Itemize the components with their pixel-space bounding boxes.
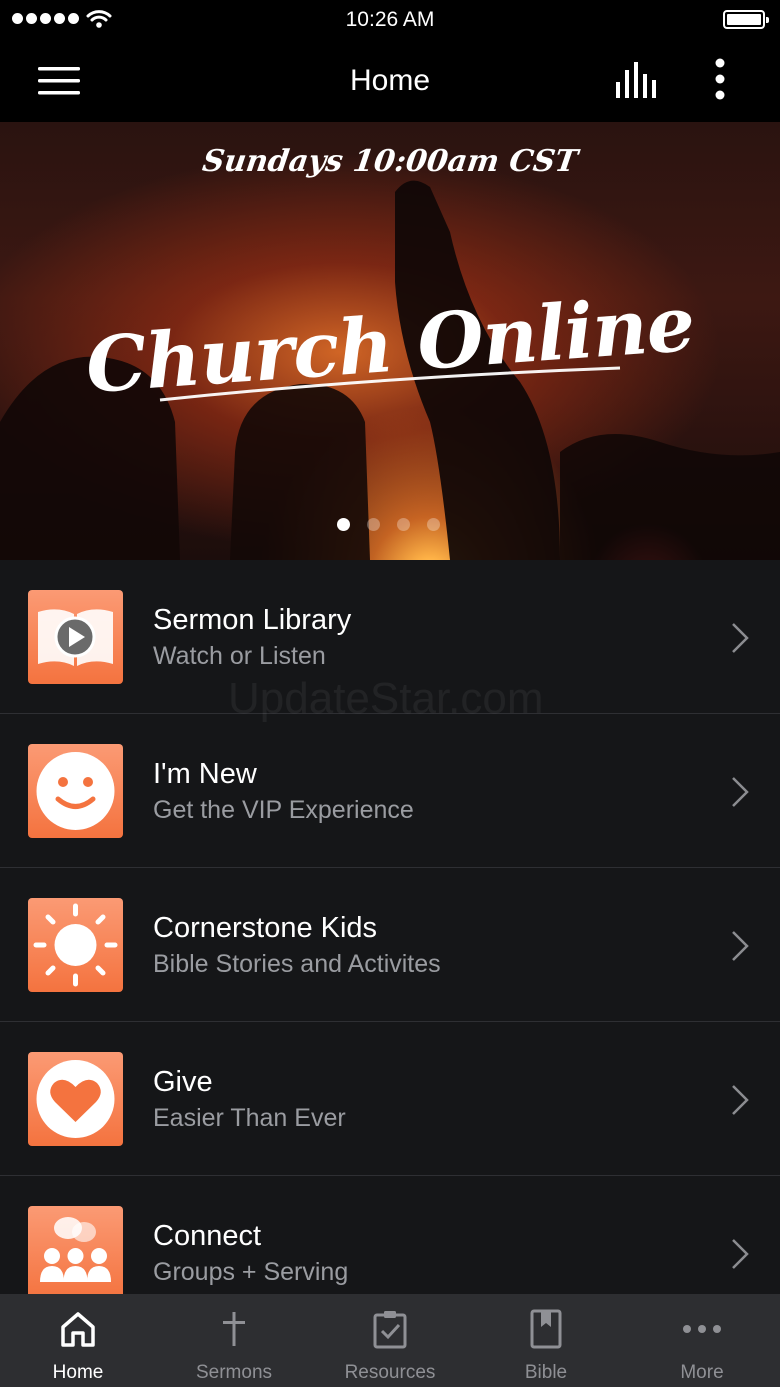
smiley-icon (28, 744, 123, 838)
tab-label: Sermons (195, 1362, 273, 1383)
sun-icon (28, 898, 123, 992)
list-item-subtitle: Groups + Serving (153, 1258, 349, 1286)
list-item-give[interactable]: Give Easier Than Ever (0, 1022, 780, 1176)
tab-label: Bible (524, 1362, 568, 1383)
hero-subtitle: Sundays 10:00am CST (200, 144, 580, 179)
carousel-dot[interactable] (367, 518, 380, 531)
tab-label: Resources (344, 1362, 436, 1383)
list-item-subtitle: Easier Than Ever (153, 1104, 346, 1132)
book-play-icon (28, 590, 123, 684)
more-vertical-icon[interactable] (714, 58, 726, 100)
chevron-right-icon (732, 1239, 749, 1269)
chevron-right-icon (732, 931, 749, 961)
cross-icon (223, 1312, 245, 1346)
carousel-dot[interactable] (337, 518, 350, 531)
bible-icon (530, 1309, 562, 1349)
tab-resources[interactable]: Resources (312, 1294, 468, 1387)
list-item-subtitle: Bible Stories and Activites (153, 950, 441, 978)
more-dots-icon (683, 1325, 721, 1333)
tab-home[interactable]: Home (0, 1294, 156, 1387)
carousel-dot[interactable] (427, 518, 440, 531)
audio-equalizer-icon[interactable] (616, 62, 660, 98)
list-item-cornerstone-kids[interactable]: Cornerstone Kids Bible Stories and Activ… (0, 868, 780, 1022)
list-item-subtitle: Get the VIP Experience (153, 796, 414, 824)
clipboard-check-icon (373, 1311, 407, 1349)
list-item-title: Connect (153, 1220, 262, 1252)
tab-bar: Home Sermons Resources Bible More (0, 1294, 780, 1387)
page-title: Home (349, 64, 431, 97)
tab-bible[interactable]: Bible (468, 1294, 624, 1387)
list-item-im-new[interactable]: I'm New Get the VIP Experience (0, 714, 780, 868)
people-chat-icon (28, 1206, 123, 1300)
list-item-title: Give (153, 1066, 213, 1098)
list-item-title: I'm New (153, 758, 257, 790)
home-icon (61, 1312, 95, 1347)
battery-icon (723, 10, 769, 29)
watermark-text: UpdateStar.com (228, 674, 544, 723)
tab-sermons[interactable]: Sermons (156, 1294, 312, 1387)
status-time: 10:26 AM (345, 8, 435, 31)
status-bar: 10:26 AM (0, 0, 780, 40)
tab-more[interactable]: More (624, 1294, 780, 1387)
tab-label: Home (52, 1362, 104, 1383)
carousel-page-indicator[interactable] (337, 518, 440, 531)
navigation-bar: Home (0, 40, 780, 122)
chevron-right-icon (732, 1085, 749, 1115)
list-item-title: Cornerstone Kids (153, 912, 378, 944)
chevron-right-icon (732, 623, 749, 653)
chevron-right-icon (732, 777, 749, 807)
list-item-subtitle: Watch or Listen (153, 642, 326, 670)
list-item-title: Sermon Library (153, 604, 352, 636)
carousel-dot[interactable] (397, 518, 410, 531)
tab-label: More (680, 1362, 724, 1383)
heart-icon (28, 1052, 123, 1146)
hero-banner[interactable]: Sundays 10:00am CST Church Online (0, 122, 780, 560)
